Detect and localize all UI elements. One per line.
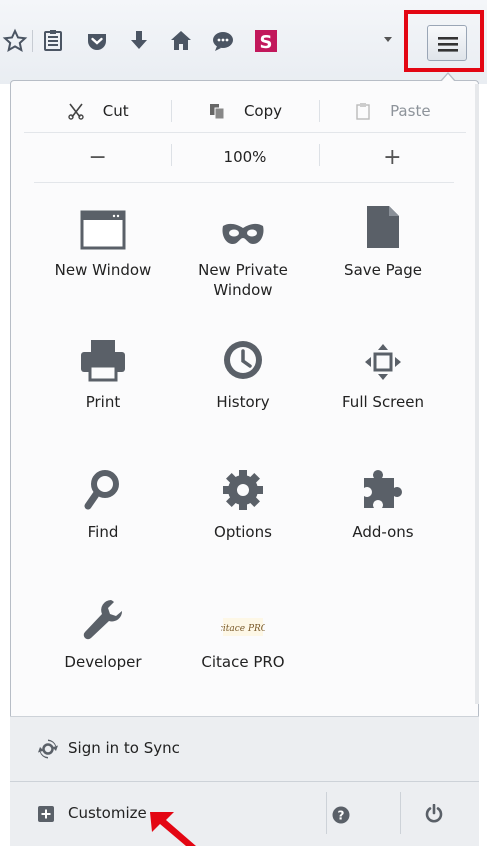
copy-button[interactable]: Copy xyxy=(171,90,318,132)
new-window-label: New Window xyxy=(54,261,152,279)
mask-icon xyxy=(178,198,308,250)
help-icon[interactable]: ? xyxy=(332,806,350,828)
options-label: Options xyxy=(214,523,272,541)
new-private-window-label: New Private Window xyxy=(198,261,288,299)
reading-list-icon[interactable] xyxy=(40,28,66,54)
find-button[interactable]: Find xyxy=(38,460,168,542)
dropdown-icon[interactable] xyxy=(384,37,392,42)
sync-label: Sign in to Sync xyxy=(68,739,180,757)
star-icon[interactable] xyxy=(2,28,28,54)
citace-pro-label: Citace PRO xyxy=(201,653,285,671)
puzzle-icon xyxy=(318,460,448,512)
divider xyxy=(326,792,327,834)
browser-toolbar: S xyxy=(0,0,487,84)
customize-label: Customize xyxy=(68,804,147,822)
developer-label: Developer xyxy=(64,653,142,671)
cut-button[interactable]: Cut xyxy=(24,90,171,132)
scissors-icon xyxy=(67,102,85,120)
paste-button[interactable]: Paste xyxy=(318,90,466,132)
chat-icon[interactable] xyxy=(210,28,236,54)
printer-icon xyxy=(38,330,168,382)
full-screen-button[interactable]: Full Screen xyxy=(318,330,448,412)
annotation-arrow xyxy=(150,812,196,846)
downloads-icon[interactable] xyxy=(126,28,152,54)
print-label: Print xyxy=(85,393,121,411)
scrollbar[interactable] xyxy=(475,84,479,704)
svg-text:?: ? xyxy=(338,809,345,823)
clipboard-icon xyxy=(354,102,372,120)
fullscreen-icon xyxy=(318,330,448,382)
plus-box-icon xyxy=(38,806,54,826)
svg-text:citace PRO: citace PRO xyxy=(221,624,265,634)
save-page-button[interactable]: Save Page xyxy=(318,198,448,280)
citace-pro-button[interactable]: citace PRO Citace PRO xyxy=(178,590,308,672)
gear-icon xyxy=(178,460,308,512)
copy-icon xyxy=(208,102,226,120)
options-button[interactable]: Options xyxy=(178,460,308,542)
divider xyxy=(34,182,454,183)
zoom-reset-button[interactable]: 100% xyxy=(171,134,318,180)
page-icon xyxy=(318,198,448,250)
find-label: Find xyxy=(87,523,119,541)
highlight-box xyxy=(404,10,484,72)
home-icon[interactable] xyxy=(168,28,194,54)
new-window-button[interactable]: New Window xyxy=(38,198,168,280)
magnifier-icon xyxy=(38,460,168,512)
copy-label: Copy xyxy=(243,102,283,120)
window-icon xyxy=(38,198,168,250)
svg-text:S: S xyxy=(260,32,273,53)
power-icon[interactable] xyxy=(424,803,444,828)
toolbar-separator xyxy=(32,30,33,52)
citace-pro-logo: citace PRO xyxy=(178,590,308,642)
cut-label: Cut xyxy=(102,102,129,120)
full-screen-label: Full Screen xyxy=(342,393,424,411)
footer-bar: Customize ? xyxy=(10,782,479,846)
s-extension-icon[interactable]: S xyxy=(253,28,279,54)
panel-arrow-inner xyxy=(441,74,455,82)
edit-controls: Cut Copy Paste xyxy=(24,90,466,133)
save-page-label: Save Page xyxy=(344,261,422,279)
history-button[interactable]: History xyxy=(178,330,308,412)
developer-button[interactable]: Developer xyxy=(38,590,168,672)
history-label: History xyxy=(216,393,270,411)
addons-label: Add-ons xyxy=(352,523,414,541)
pocket-icon[interactable] xyxy=(84,28,110,54)
zoom-controls: − 100% + xyxy=(24,134,466,180)
print-button[interactable]: Print xyxy=(38,330,168,412)
clock-icon xyxy=(178,330,308,382)
addons-button[interactable]: Add-ons xyxy=(318,460,448,542)
zoom-out-button[interactable]: − xyxy=(24,134,171,180)
new-private-window-button[interactable]: New Private Window xyxy=(178,198,308,300)
divider xyxy=(400,792,401,834)
sync-button[interactable]: Sign in to Sync xyxy=(10,716,479,782)
sync-icon xyxy=(38,739,58,763)
wrench-icon xyxy=(38,590,168,642)
paste-label: Paste xyxy=(390,102,431,120)
zoom-in-button[interactable]: + xyxy=(318,134,466,180)
